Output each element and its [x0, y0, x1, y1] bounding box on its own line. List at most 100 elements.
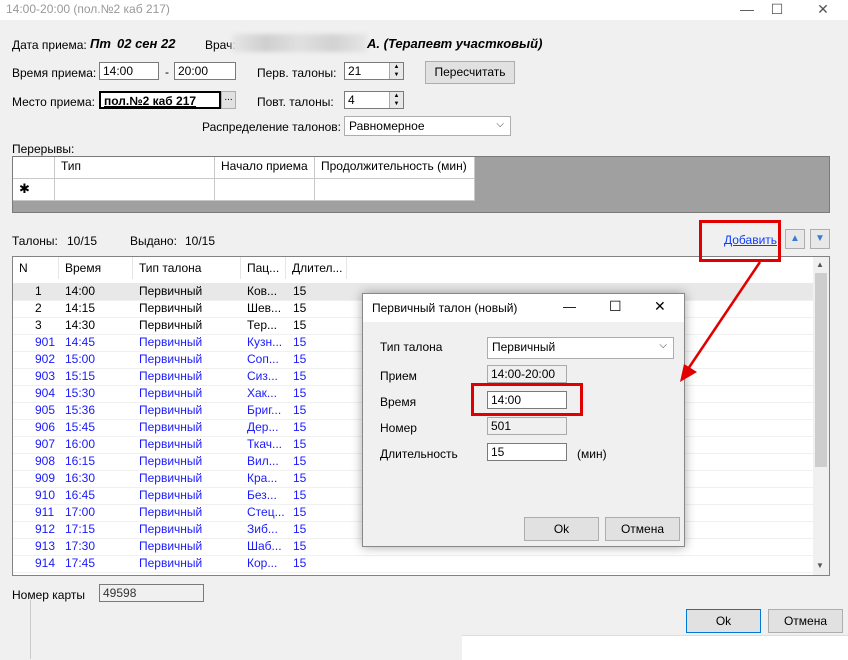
- scroll-up-icon[interactable]: ▲: [816, 260, 824, 269]
- new-row-marker: ✱: [13, 179, 55, 201]
- row-patient: Кра...: [247, 471, 278, 485]
- repeat-tickets-label: Повт. талоны:: [257, 95, 334, 109]
- col-header-time[interactable]: Время: [59, 257, 133, 279]
- row-patient: Хак...: [247, 386, 277, 400]
- new-ticket-dialog: Первичный талон (новый) — ☐ ✕ Тип талона…: [362, 293, 685, 547]
- row-patient: Ков...: [247, 284, 278, 298]
- dialog-number-label: Номер: [380, 421, 417, 435]
- row-type: Первичный: [139, 352, 203, 366]
- row-duration: 15: [293, 403, 307, 417]
- annotation-box-time: [471, 383, 583, 416]
- vertical-scrollbar[interactable]: ▲ ▼: [813, 257, 829, 575]
- row-type: Первичный: [139, 556, 203, 570]
- place-browse-button[interactable]: ...: [221, 91, 236, 109]
- minimize-button[interactable]: —: [732, 0, 762, 20]
- row-duration: 15: [293, 539, 307, 553]
- row-number: 912: [35, 522, 56, 536]
- doctor-specialty: А. (Терапевт участковый): [367, 36, 543, 51]
- row-patient: Без...: [247, 488, 277, 502]
- col-header-type[interactable]: Тип талона: [133, 257, 241, 279]
- close-button[interactable]: ✕: [808, 0, 838, 20]
- row-time: 17:30: [65, 539, 96, 553]
- dialog-close-icon[interactable]: ✕: [654, 298, 666, 315]
- breaks-label: Перерывы:: [12, 142, 75, 156]
- ok-button[interactable]: Ok: [686, 609, 761, 633]
- row-number: 904: [35, 386, 56, 400]
- maximize-button[interactable]: ☐: [762, 0, 792, 20]
- row-time: 15:36: [65, 403, 96, 417]
- row-duration: 15: [293, 386, 307, 400]
- row-number: 3: [35, 318, 42, 332]
- row-time: 16:15: [65, 454, 96, 468]
- row-duration: 15: [293, 437, 307, 451]
- row-number: 913: [35, 539, 56, 553]
- breaks-cell[interactable]: [215, 179, 315, 201]
- spin-down-icon[interactable]: ▼: [389, 100, 403, 108]
- spin-up-icon[interactable]: ▲: [389, 92, 403, 100]
- row-type: Первичный: [139, 522, 203, 536]
- dialog-minimize-icon[interactable]: —: [563, 299, 576, 314]
- date-value: 02 сен 22: [117, 36, 176, 51]
- distribution-select[interactable]: Равномерное ⌵: [344, 116, 511, 136]
- dialog-number-field: 501: [487, 417, 567, 435]
- spin-up-icon[interactable]: ▲: [389, 63, 403, 71]
- dialog-duration-unit: (мин): [577, 447, 607, 461]
- dialog-reception-field: 14:00-20:00: [487, 365, 567, 383]
- repeat-tickets-stepper[interactable]: 4 ▲ ▼: [344, 91, 404, 109]
- row-duration: 15: [293, 369, 307, 383]
- row-patient: Зиб...: [247, 522, 278, 536]
- breaks-cell[interactable]: [315, 179, 475, 201]
- time-from-input[interactable]: 14:00: [99, 62, 159, 80]
- cancel-button[interactable]: Отмена: [768, 609, 843, 633]
- row-time: 16:45: [65, 488, 96, 502]
- row-time: 15:00: [65, 352, 96, 366]
- place-label: Место приема:: [12, 95, 95, 109]
- row-duration: 15: [293, 505, 307, 519]
- row-time: 14:15: [65, 301, 96, 315]
- row-patient: Стец...: [247, 505, 285, 519]
- col-header-patient[interactable]: Пац...: [241, 257, 286, 279]
- col-header-n[interactable]: N: [13, 257, 59, 279]
- row-time: 15:45: [65, 420, 96, 434]
- chevron-down-icon: ⌵: [496, 119, 504, 130]
- distribution-value: Равномерное: [349, 119, 425, 133]
- row-type: Первичный: [139, 335, 203, 349]
- move-up-button[interactable]: ▲: [785, 229, 805, 249]
- row-number: 909: [35, 471, 56, 485]
- tickets-issued-value: 10/15: [185, 234, 216, 248]
- breaks-header-type[interactable]: Тип: [55, 157, 215, 179]
- row-type: Первичный: [139, 437, 203, 451]
- dialog-maximize-icon[interactable]: ☐: [609, 298, 622, 315]
- row-patient: Ткач...: [247, 437, 282, 451]
- scroll-down-icon[interactable]: ▼: [816, 561, 824, 570]
- tickets-issued-label: Выдано:: [130, 234, 177, 248]
- breaks-cell[interactable]: [55, 179, 215, 201]
- row-type: Первичный: [139, 488, 203, 502]
- distribution-label: Распределение талонов:: [202, 120, 342, 134]
- dialog-ok-button[interactable]: Ok: [524, 517, 599, 541]
- first-tickets-stepper[interactable]: 21 ▲ ▼: [344, 62, 404, 80]
- dialog-cancel-button[interactable]: Отмена: [605, 517, 680, 541]
- time-to-input[interactable]: 20:00: [174, 62, 236, 80]
- move-down-button[interactable]: ▼: [810, 229, 830, 249]
- time-dash: -: [165, 65, 169, 79]
- row-duration: 15: [293, 556, 307, 570]
- table-row[interactable]: 914 17:45 Первичный Кор... 15: [13, 555, 813, 572]
- card-number-field: 49598: [99, 584, 204, 602]
- row-time: 17:45: [65, 556, 96, 570]
- breaks-header-start[interactable]: Начало приема: [215, 157, 315, 179]
- row-number: 908: [35, 454, 56, 468]
- dialog-duration-input[interactable]: 15: [487, 443, 567, 461]
- row-patient: Вил...: [247, 454, 279, 468]
- row-type: Первичный: [139, 301, 203, 315]
- row-duration: 15: [293, 301, 307, 315]
- spin-down-icon[interactable]: ▼: [389, 71, 403, 79]
- recalculate-button[interactable]: Пересчитать: [425, 61, 515, 84]
- col-header-duration[interactable]: Длител...: [286, 257, 347, 279]
- row-duration: 15: [293, 488, 307, 502]
- breaks-grid[interactable]: Тип Начало приема Продолжительность (мин…: [12, 156, 830, 213]
- place-input[interactable]: пол.№2 каб 217: [99, 91, 221, 109]
- dialog-type-select[interactable]: Первичный ⌵: [487, 337, 674, 359]
- breaks-header-duration[interactable]: Продолжительность (мин): [315, 157, 475, 179]
- scrollbar-thumb[interactable]: [815, 273, 827, 467]
